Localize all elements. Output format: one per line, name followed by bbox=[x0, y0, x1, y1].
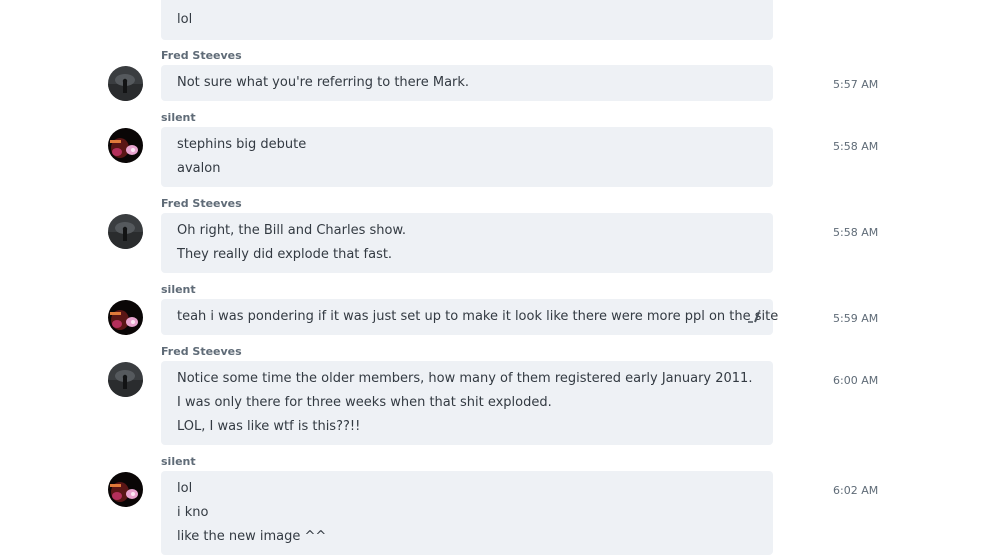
fred-avatar-image bbox=[108, 362, 143, 397]
fred-avatar-image bbox=[108, 66, 143, 101]
timestamp: 6:02 AM bbox=[833, 484, 879, 497]
avatar[interactable] bbox=[108, 214, 143, 249]
timestamp: 5:58 AM bbox=[833, 140, 879, 153]
message-bubble: teah i was pondering if it was just set … bbox=[161, 299, 778, 335]
message-line: Not sure what you're referring to there … bbox=[177, 75, 470, 90]
silent-avatar-image bbox=[108, 128, 143, 163]
avatar[interactable] bbox=[108, 66, 143, 101]
timestamp: 5:58 AM bbox=[833, 226, 879, 239]
avatar[interactable] bbox=[108, 128, 143, 163]
avatar[interactable] bbox=[108, 362, 143, 397]
message-line: I was only there for three weeks when th… bbox=[177, 395, 552, 410]
message-line: They really did explode that fast. bbox=[177, 247, 393, 262]
message-line: stephins big debute bbox=[177, 137, 307, 152]
sender-name[interactable]: Fred Steeves bbox=[161, 345, 242, 358]
sender-name[interactable]: silent bbox=[161, 455, 196, 468]
sender-name[interactable]: silent bbox=[161, 283, 196, 296]
message-line: i kno bbox=[177, 505, 209, 520]
sender-name[interactable]: Fred Steeves bbox=[161, 197, 242, 210]
avatar[interactable] bbox=[108, 472, 143, 507]
silent-avatar-image bbox=[108, 300, 143, 335]
timestamp: 6:00 AM bbox=[833, 374, 879, 387]
edit-icon[interactable] bbox=[747, 309, 761, 323]
message-line: Notice some time the older members, how … bbox=[177, 371, 753, 386]
sender-name[interactable]: silent bbox=[161, 111, 196, 124]
message-line: lol bbox=[177, 481, 193, 496]
message-line: lol bbox=[177, 12, 193, 27]
message-line: LOL, I was like wtf is this??!! bbox=[177, 419, 361, 434]
message-bubble: Notice some time the older members, how … bbox=[161, 361, 773, 445]
timestamp: 5:57 AM bbox=[833, 78, 879, 91]
silent-avatar-image bbox=[108, 472, 143, 507]
chat-log: ... lol Fred Steeves Not sure what you'r… bbox=[0, 0, 982, 560]
timestamp: 5:59 AM bbox=[833, 312, 879, 325]
message-line: avalon bbox=[177, 161, 221, 176]
previous-message-bubble: ... lol bbox=[161, 0, 773, 40]
message-bubble: Not sure what you're referring to there … bbox=[161, 65, 773, 101]
message-text-faded: ... bbox=[177, 0, 188, 2]
message-bubble: lol i kno like the new image ^^ bbox=[161, 471, 773, 555]
message-line: like the new image ^^ bbox=[177, 529, 327, 544]
message-line: Oh right, the Bill and Charles show. bbox=[177, 223, 407, 238]
avatar[interactable] bbox=[108, 300, 143, 335]
message-line: teah i was pondering if it was just set … bbox=[177, 309, 779, 324]
message-bubble: Oh right, the Bill and Charles show. The… bbox=[161, 213, 773, 273]
message-bubble: stephins big debute avalon bbox=[161, 127, 773, 187]
sender-name[interactable]: Fred Steeves bbox=[161, 49, 242, 62]
fred-avatar-image bbox=[108, 214, 143, 249]
